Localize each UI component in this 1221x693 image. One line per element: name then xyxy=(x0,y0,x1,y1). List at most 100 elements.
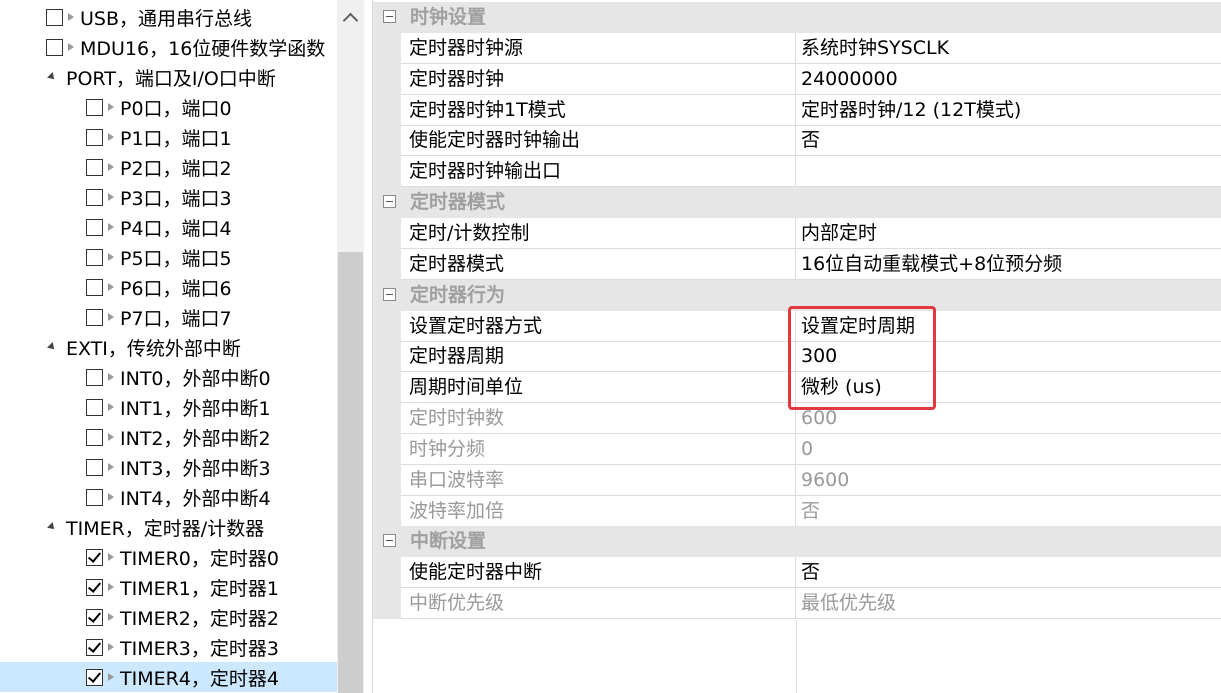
property-row[interactable]: 定时器时钟 24000000 xyxy=(373,63,1221,95)
property-name: 定时器时钟输出口 xyxy=(401,156,796,188)
tree-item[interactable]: TIMER0，定时器0 xyxy=(0,542,337,572)
checkbox-icon[interactable] xyxy=(86,458,103,476)
section-header[interactable]: 时钟设置 xyxy=(373,2,1221,33)
tree-item[interactable]: INT1，外部中断1 xyxy=(0,392,337,422)
property-row[interactable]: 定时器时钟1T模式 定时器时钟/12 (12T模式) xyxy=(373,94,1221,126)
tree-item[interactable]: P2口，端口2 xyxy=(0,152,337,182)
arrow-right-icon xyxy=(108,493,114,501)
tree-item[interactable]: P6口，端口6 xyxy=(0,272,337,302)
checkbox-icon[interactable] xyxy=(86,308,103,326)
property-value: 最低优先级 xyxy=(796,588,1221,620)
tree-item[interactable]: P3口，端口3 xyxy=(0,182,337,212)
property-name: 使能定时器时钟输出 xyxy=(401,125,796,157)
tree-item-label: P2口，端口2 xyxy=(120,157,232,180)
tree-item[interactable]: TIMER4，定时器4 xyxy=(0,662,337,692)
tree-category[interactable]: PORT，端口及I/O口中断 xyxy=(0,62,337,92)
checkbox-icon[interactable] xyxy=(86,278,103,296)
tree-item[interactable]: P1口，端口1 xyxy=(0,122,337,152)
property-row[interactable]: 串口波特率 9600 xyxy=(373,464,1221,496)
tree-item[interactable]: TIMER3，定时器3 xyxy=(0,632,337,662)
checkbox-icon[interactable] xyxy=(86,488,103,506)
section-header[interactable]: 定时器模式 xyxy=(373,187,1221,219)
property-row[interactable]: 定时器时钟源 系统时钟SYSCLK xyxy=(373,32,1221,64)
highlight-annotation-box xyxy=(788,306,936,410)
property-value[interactable]: 24000000 xyxy=(796,64,1221,95)
property-row[interactable]: 中断优先级 最低优先级 xyxy=(373,588,1221,620)
checkbox-icon[interactable] xyxy=(46,38,63,56)
tree-item[interactable]: MDU16，16位硬件数学函数 xyxy=(0,32,337,62)
property-row[interactable]: 时钟分频 0 xyxy=(373,433,1221,465)
tree-item-label: INT3，外部中断3 xyxy=(120,457,271,480)
tree-item[interactable]: INT4，外部中断4 xyxy=(0,482,337,512)
checkbox-icon[interactable] xyxy=(86,428,103,446)
expand-triangle-icon[interactable] xyxy=(47,72,57,82)
property-value[interactable]: 定时器时钟/12 (12T模式) xyxy=(796,95,1221,126)
tree-item-label: INT0，外部中断0 xyxy=(120,367,271,390)
property-row[interactable]: 波特率加倍否 xyxy=(373,495,1221,527)
tree-item[interactable]: TIMER2，定时器2 xyxy=(0,602,337,632)
checkbox-icon[interactable] xyxy=(46,8,63,26)
property-name: 波特率加倍 xyxy=(401,495,796,527)
tree-item[interactable]: INT2，外部中断2 xyxy=(0,422,337,452)
tree-item[interactable]: TIMER1，定时器1 xyxy=(0,572,337,602)
pane-divider[interactable] xyxy=(364,0,372,693)
checkbox-icon[interactable] xyxy=(86,608,103,626)
property-value[interactable]: 系统时钟SYSCLK xyxy=(796,33,1221,64)
tree-item-label: INT4，外部中断4 xyxy=(120,487,271,510)
scroll-up-button[interactable] xyxy=(337,0,364,34)
row-margin xyxy=(373,372,401,404)
property-row[interactable]: 定时器时钟输出口 xyxy=(373,156,1221,188)
checkbox-icon[interactable] xyxy=(86,368,103,386)
tree-item-label: MDU16，16位硬件数学函数 xyxy=(80,37,326,60)
checkbox-icon[interactable] xyxy=(86,248,103,266)
checkbox-icon[interactable] xyxy=(86,188,103,206)
tree-item[interactable]: P0口，端口0 xyxy=(0,92,337,122)
arrow-right-icon xyxy=(108,613,114,621)
arrow-right-icon xyxy=(108,283,114,291)
expand-triangle-icon[interactable] xyxy=(47,522,57,532)
tree-item-label: TIMER3，定时器3 xyxy=(120,637,279,660)
tree-category[interactable]: TIMER，定时器/计数器 xyxy=(0,512,337,542)
tree-item[interactable]: USB，通用串行总线 xyxy=(0,2,337,32)
tree-category[interactable]: EXTI，传统外部中断 xyxy=(0,332,337,362)
row-margin xyxy=(373,588,401,620)
arrow-right-icon xyxy=(108,313,114,321)
property-row[interactable]: 使能定时器中断否 xyxy=(373,557,1221,589)
property-name: 定时器模式 xyxy=(401,248,796,280)
tree-item[interactable]: P4口，端口4 xyxy=(0,212,337,242)
row-margin xyxy=(373,248,401,280)
property-value[interactable] xyxy=(796,156,1221,188)
property-row[interactable]: 定时器模式 16位自动重载模式+8位预分频 xyxy=(373,248,1221,280)
property-row[interactable]: 定时/计数控制 内部定时 xyxy=(373,217,1221,249)
property-name: 串口波特率 xyxy=(401,464,796,496)
collapse-minus-icon[interactable] xyxy=(383,10,396,23)
property-name: 定时/计数控制 xyxy=(401,217,796,249)
tree-item[interactable]: P5口，端口5 xyxy=(0,242,337,272)
property-name: 时钟分频 xyxy=(401,433,796,465)
checkbox-icon[interactable] xyxy=(86,158,103,176)
property-value[interactable]: 否 xyxy=(796,125,1221,157)
tree-scrollbar[interactable] xyxy=(337,0,364,693)
collapse-minus-icon[interactable] xyxy=(383,195,396,209)
collapse-minus-icon[interactable] xyxy=(383,287,396,301)
section-header[interactable]: 中断设置 xyxy=(373,526,1221,558)
checkbox-icon[interactable] xyxy=(86,98,103,116)
expand-triangle-icon[interactable] xyxy=(47,342,57,352)
property-value[interactable]: 内部定时 xyxy=(796,218,1221,249)
checkbox-icon[interactable] xyxy=(86,218,103,236)
scroll-thumb[interactable] xyxy=(338,252,363,693)
checkbox-icon[interactable] xyxy=(86,398,103,416)
tree-item[interactable]: INT0，外部中断0 xyxy=(0,362,337,392)
property-row[interactable]: 使能定时器时钟输出否 xyxy=(373,125,1221,157)
checkbox-icon[interactable] xyxy=(86,128,103,146)
property-value[interactable]: 16位自动重载模式+8位预分频 xyxy=(796,249,1221,280)
collapse-minus-icon[interactable] xyxy=(383,534,396,548)
checkbox-icon[interactable] xyxy=(86,638,103,656)
row-margin xyxy=(373,94,401,126)
checkbox-icon[interactable] xyxy=(86,548,103,566)
tree-item[interactable]: INT3，外部中断3 xyxy=(0,452,337,482)
tree-item[interactable]: P7口，端口7 xyxy=(0,302,337,332)
checkbox-icon[interactable] xyxy=(86,578,103,596)
property-value[interactable]: 否 xyxy=(796,557,1221,589)
checkbox-icon[interactable] xyxy=(86,668,103,686)
